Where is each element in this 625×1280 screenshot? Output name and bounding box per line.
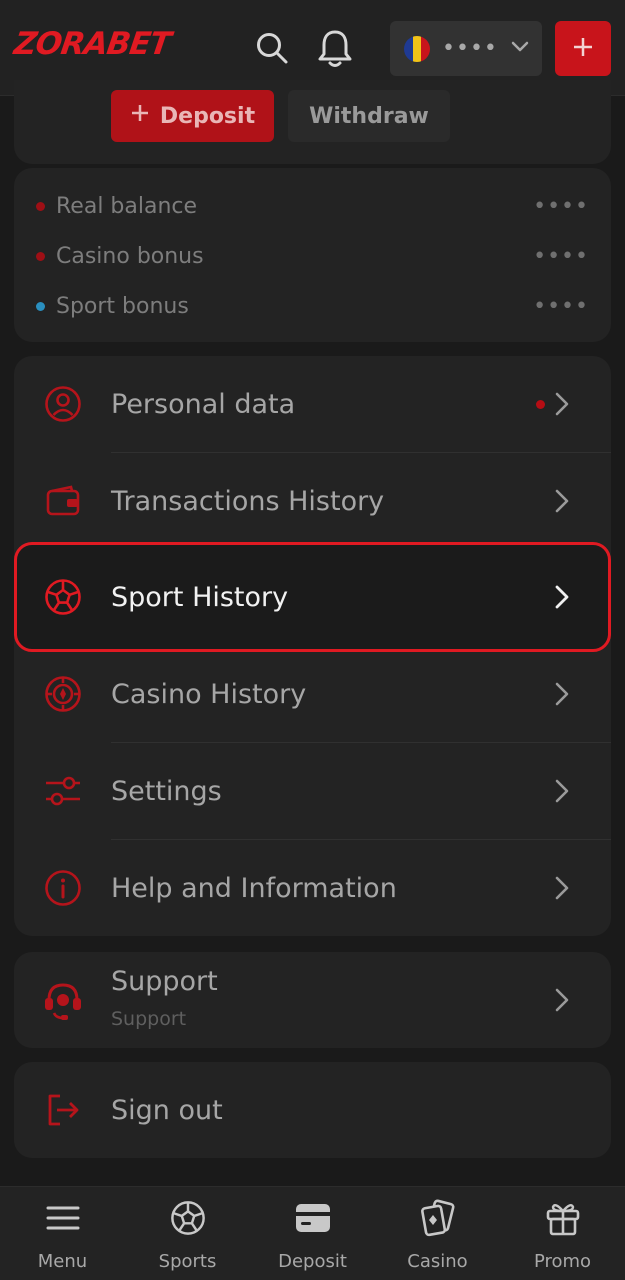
balance-value: ••••	[533, 293, 589, 319]
nav-item-casino[interactable]: Casino	[375, 1187, 500, 1280]
wallet-icon	[42, 480, 84, 522]
search-icon[interactable]	[252, 26, 292, 70]
sign-out-button[interactable]: Sign out	[14, 1062, 611, 1158]
sign-out-label: Sign out	[111, 1094, 223, 1126]
chevron-right-icon	[550, 985, 574, 1015]
brand-logo[interactable]: ZORABET	[11, 26, 173, 66]
plus-icon	[571, 35, 595, 63]
masked-balance: ••••	[442, 36, 498, 61]
chevron-right-icon	[550, 389, 574, 419]
cards-icon	[418, 1197, 458, 1239]
deposit-button[interactable]: Deposit	[111, 90, 274, 142]
romania-flag-icon	[404, 35, 430, 62]
deposit-label: Deposit	[159, 103, 256, 129]
nav-label: Menu	[37, 1251, 88, 1272]
status-dot	[36, 301, 45, 311]
status-dot	[36, 201, 45, 211]
info-icon	[42, 867, 84, 909]
bottom-navigation: Menu Sports Deposit Casino Promo	[0, 1186, 625, 1280]
balance-row-sport: Sport bonus ••••	[14, 286, 611, 326]
hamburger-icon	[43, 1197, 83, 1239]
support-card[interactable]: Support Support	[14, 952, 611, 1048]
menu-item-help-information[interactable]: Help and Information	[14, 840, 611, 936]
chevron-right-icon	[550, 776, 574, 806]
status-dot	[36, 251, 45, 261]
chevron-right-icon	[550, 873, 574, 903]
card-icon	[293, 1197, 333, 1239]
gift-icon	[543, 1197, 583, 1239]
menu-item-label: Help and Information	[111, 872, 397, 904]
menu-item-transactions-history[interactable]: Transactions History	[14, 453, 611, 549]
chevron-right-icon	[550, 486, 574, 516]
sign-out-row: Sign out	[14, 1062, 611, 1158]
country-selector[interactable]: ••••	[390, 21, 542, 76]
support-label: Support	[111, 966, 218, 997]
menu-item-label: Casino History	[111, 678, 307, 710]
withdraw-button[interactable]: Withdraw	[288, 90, 450, 142]
balance-value: ••••	[533, 243, 589, 269]
soccer-ball-icon	[42, 576, 84, 618]
nav-label: Promo	[533, 1251, 592, 1272]
chevron-right-icon	[550, 679, 574, 709]
support-sublabel: Support	[111, 1008, 187, 1030]
chevron-down-icon	[510, 39, 530, 58]
menu-item-settings[interactable]: Settings	[14, 743, 611, 839]
menu-item-label: Sport History	[111, 581, 289, 613]
bell-icon[interactable]	[315, 26, 355, 70]
menu-item-row: Sport History	[14, 549, 611, 645]
nav-label: Sports	[158, 1251, 217, 1272]
chevron-right-icon	[550, 582, 574, 612]
nav-label: Deposit	[278, 1251, 347, 1272]
soccer-ball-icon	[168, 1197, 208, 1239]
menu-item-label: Transactions History	[111, 485, 385, 517]
menu-item-casino-history[interactable]: Casino History	[14, 646, 611, 742]
menu-item-personal-data[interactable]: Personal data	[14, 356, 611, 452]
balance-label: Real balance	[56, 193, 198, 219]
nav-item-sports[interactable]: Sports	[125, 1187, 250, 1280]
balance-card: Real balance •••• Casino bonus •••• Spor…	[14, 168, 611, 342]
headset-icon	[42, 979, 84, 1021]
support-row: Support Support	[14, 952, 611, 1048]
nav-item-promo[interactable]: Promo	[500, 1187, 625, 1280]
quick-deposit-button[interactable]	[555, 21, 611, 76]
balance-label: Casino bonus	[56, 243, 204, 269]
balance-row-casino: Casino bonus ••••	[14, 236, 611, 276]
notification-dot	[536, 399, 545, 409]
nav-item-deposit[interactable]: Deposit	[250, 1187, 375, 1280]
balance-value: ••••	[533, 193, 589, 219]
logout-icon	[42, 1089, 84, 1131]
plus-icon	[130, 103, 150, 129]
casino-chip-icon	[42, 673, 84, 715]
nav-label: Casino	[407, 1251, 468, 1272]
balance-label: Sport bonus	[56, 293, 189, 319]
menu-item-label: Personal data	[111, 388, 296, 420]
balance-row-real: Real balance ••••	[14, 186, 611, 226]
nav-item-menu[interactable]: Menu	[0, 1187, 125, 1280]
menu-item-sport-history[interactable]: Sport History	[14, 542, 611, 652]
menu-item-label: Settings	[111, 775, 222, 807]
user-circle-icon	[42, 383, 84, 425]
sliders-icon	[42, 770, 84, 812]
